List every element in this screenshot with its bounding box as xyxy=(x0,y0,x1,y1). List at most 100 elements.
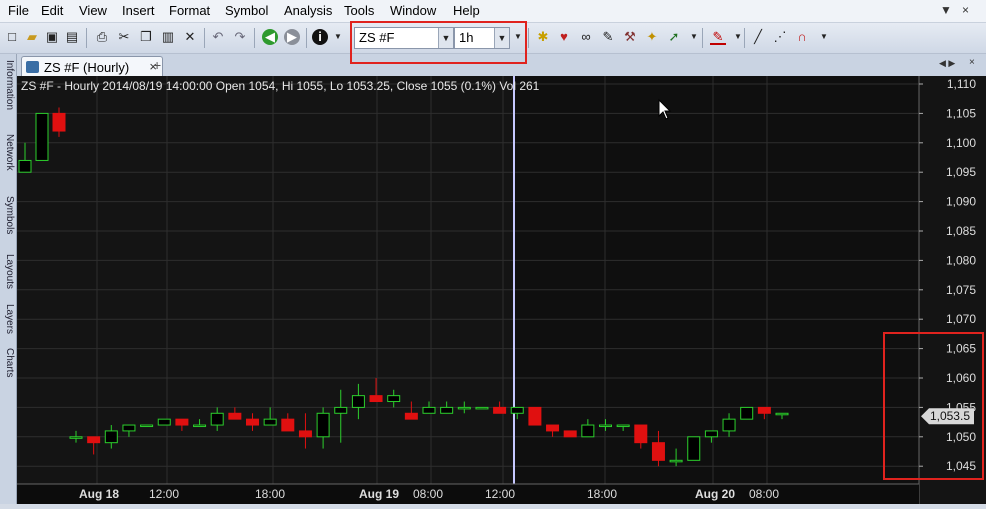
candle-body xyxy=(440,406,454,414)
tab-scroll-left-icon[interactable]: ◀ ▶ xyxy=(939,58,955,69)
price-tick-label: 1,080 xyxy=(946,253,976,267)
export-icon[interactable]: ➚ xyxy=(666,29,682,45)
chart-info-line: ZS #F - Hourly 2014/08/19 14:00:00 Open … xyxy=(21,79,540,93)
candle-body xyxy=(263,418,277,426)
side-tab-symbols[interactable]: Symbols xyxy=(1,196,15,248)
candle-body xyxy=(369,395,383,403)
time-axis-label: Aug 20 xyxy=(695,487,735,501)
candle-body xyxy=(687,436,701,461)
save-icon[interactable]: ▣ xyxy=(44,29,60,45)
candle-body xyxy=(493,406,507,414)
new-icon[interactable]: □ xyxy=(4,29,20,45)
copy-icon[interactable]: ❐ xyxy=(138,29,154,45)
notes-icon[interactable]: ✎ xyxy=(600,29,616,45)
candle-body xyxy=(35,112,49,161)
print-icon[interactable]: ⎙ xyxy=(94,29,110,45)
tab-zs-hourly[interactable]: ZS #F (Hourly) × xyxy=(21,56,163,77)
candle-body xyxy=(651,442,665,461)
indicator-icon[interactable]: ✱ xyxy=(535,29,551,45)
candle-body xyxy=(122,424,136,432)
menu-file[interactable]: File xyxy=(8,3,29,18)
export-dropdown-icon[interactable]: ▼ xyxy=(686,29,702,45)
wizard-icon[interactable]: ✦ xyxy=(644,29,660,45)
time-axis-label: Aug 18 xyxy=(79,487,119,501)
candle-body xyxy=(740,406,754,420)
candle-body xyxy=(316,412,330,438)
back-icon[interactable]: ◀ xyxy=(262,29,278,45)
glasses-icon[interactable]: ∞ xyxy=(578,29,594,45)
price-tick-label: 1,105 xyxy=(946,106,976,120)
chart-icon xyxy=(26,61,39,73)
favorites-icon[interactable]: ♥ xyxy=(556,29,572,45)
window-restore-button[interactable]: ▼ xyxy=(940,3,952,17)
price-tick-label: 1,090 xyxy=(946,195,976,209)
paste-icon[interactable]: ▥ xyxy=(160,29,176,45)
price-tick-label: 1,075 xyxy=(946,283,976,297)
candle-body xyxy=(52,112,66,132)
candle-body xyxy=(334,406,348,414)
candle-body xyxy=(228,412,242,420)
side-tab-charts[interactable]: Charts xyxy=(1,348,15,388)
time-axis-label: 12:00 xyxy=(149,487,179,501)
candle-body xyxy=(157,418,171,426)
drawing-dropdown-icon[interactable]: ▼ xyxy=(816,29,832,45)
candle-body xyxy=(246,418,259,426)
time-axis-label: 08:00 xyxy=(413,487,443,501)
candle-body xyxy=(616,424,630,428)
magnet-icon[interactable]: ∩ xyxy=(794,29,810,45)
candle-body xyxy=(757,406,771,414)
line-tool-icon[interactable]: ╱ xyxy=(750,29,766,45)
menu-format[interactable]: Format xyxy=(169,3,210,18)
undo-icon[interactable]: ↶ xyxy=(210,29,226,45)
menu-bar: File Edit View Insert Format Symbol Anal… xyxy=(0,0,986,23)
info-dropdown-icon[interactable]: ▼ xyxy=(330,29,346,45)
candle-body xyxy=(140,424,154,428)
save-all-icon[interactable]: ▤ xyxy=(64,29,80,45)
candle-body xyxy=(722,418,736,432)
toolbar-separator xyxy=(86,28,87,48)
delete-icon[interactable]: ✕ xyxy=(182,29,198,45)
menu-view[interactable]: View xyxy=(79,3,107,18)
candle-body xyxy=(634,424,648,444)
price-chart[interactable]: 1,110 1,105 1,100 1,095 1,090 1,085 1,080 1,075… xyxy=(17,76,986,504)
candle-body xyxy=(69,436,83,439)
candle-body xyxy=(387,395,401,403)
add-tab-icon[interactable]: + xyxy=(153,57,161,73)
candle-body xyxy=(175,418,189,426)
candle-body xyxy=(281,418,295,432)
menu-insert[interactable]: Insert xyxy=(122,3,155,18)
price-axis-highlight-box xyxy=(883,332,984,480)
toolbar-separator xyxy=(254,28,255,48)
tab-title: ZS #F (Hourly) xyxy=(44,60,130,75)
tab-close-all-icon[interactable]: × xyxy=(969,57,975,68)
menu-edit[interactable]: Edit xyxy=(41,3,63,18)
price-tick-label: 1,110 xyxy=(947,77,976,91)
price-chart-panel[interactable]: 1,110 1,105 1,100 1,095 1,090 1,085 1,080 1,075… xyxy=(17,76,986,504)
side-tab-network[interactable]: Network xyxy=(1,134,15,186)
menu-analysis[interactable]: Analysis xyxy=(284,3,332,18)
menu-help[interactable]: Help xyxy=(453,3,480,18)
candle-body xyxy=(704,430,718,438)
menu-window[interactable]: Window xyxy=(390,3,436,18)
candle-body xyxy=(18,159,32,173)
forward-icon[interactable]: ▶ xyxy=(284,29,300,45)
toolbar-separator xyxy=(744,28,745,48)
plot-background-alt xyxy=(515,76,919,484)
candle-body xyxy=(775,412,789,416)
pen-color-icon[interactable]: ✎ xyxy=(710,29,726,45)
menu-tools[interactable]: Tools xyxy=(344,3,374,18)
redo-icon[interactable]: ↷ xyxy=(232,29,248,45)
side-tab-layers[interactable]: Layers xyxy=(1,304,15,344)
info-icon[interactable]: i xyxy=(312,29,328,45)
side-tab-information[interactable]: Information xyxy=(1,60,15,124)
side-tab-layouts[interactable]: Layouts xyxy=(1,254,15,300)
cut-icon[interactable]: ✂ xyxy=(116,29,132,45)
time-axis-label: Aug 19 xyxy=(359,487,399,501)
candle-body xyxy=(581,424,595,438)
menu-symbol[interactable]: Symbol xyxy=(225,3,268,18)
tools-icon[interactable]: ⚒ xyxy=(622,29,638,45)
dotted-line-tool-icon[interactable]: ⋰ xyxy=(772,29,788,45)
window-close-button[interactable]: × xyxy=(962,3,969,17)
open-icon[interactable]: ▰ xyxy=(24,29,40,45)
price-tick-label: 1,100 xyxy=(946,136,976,150)
